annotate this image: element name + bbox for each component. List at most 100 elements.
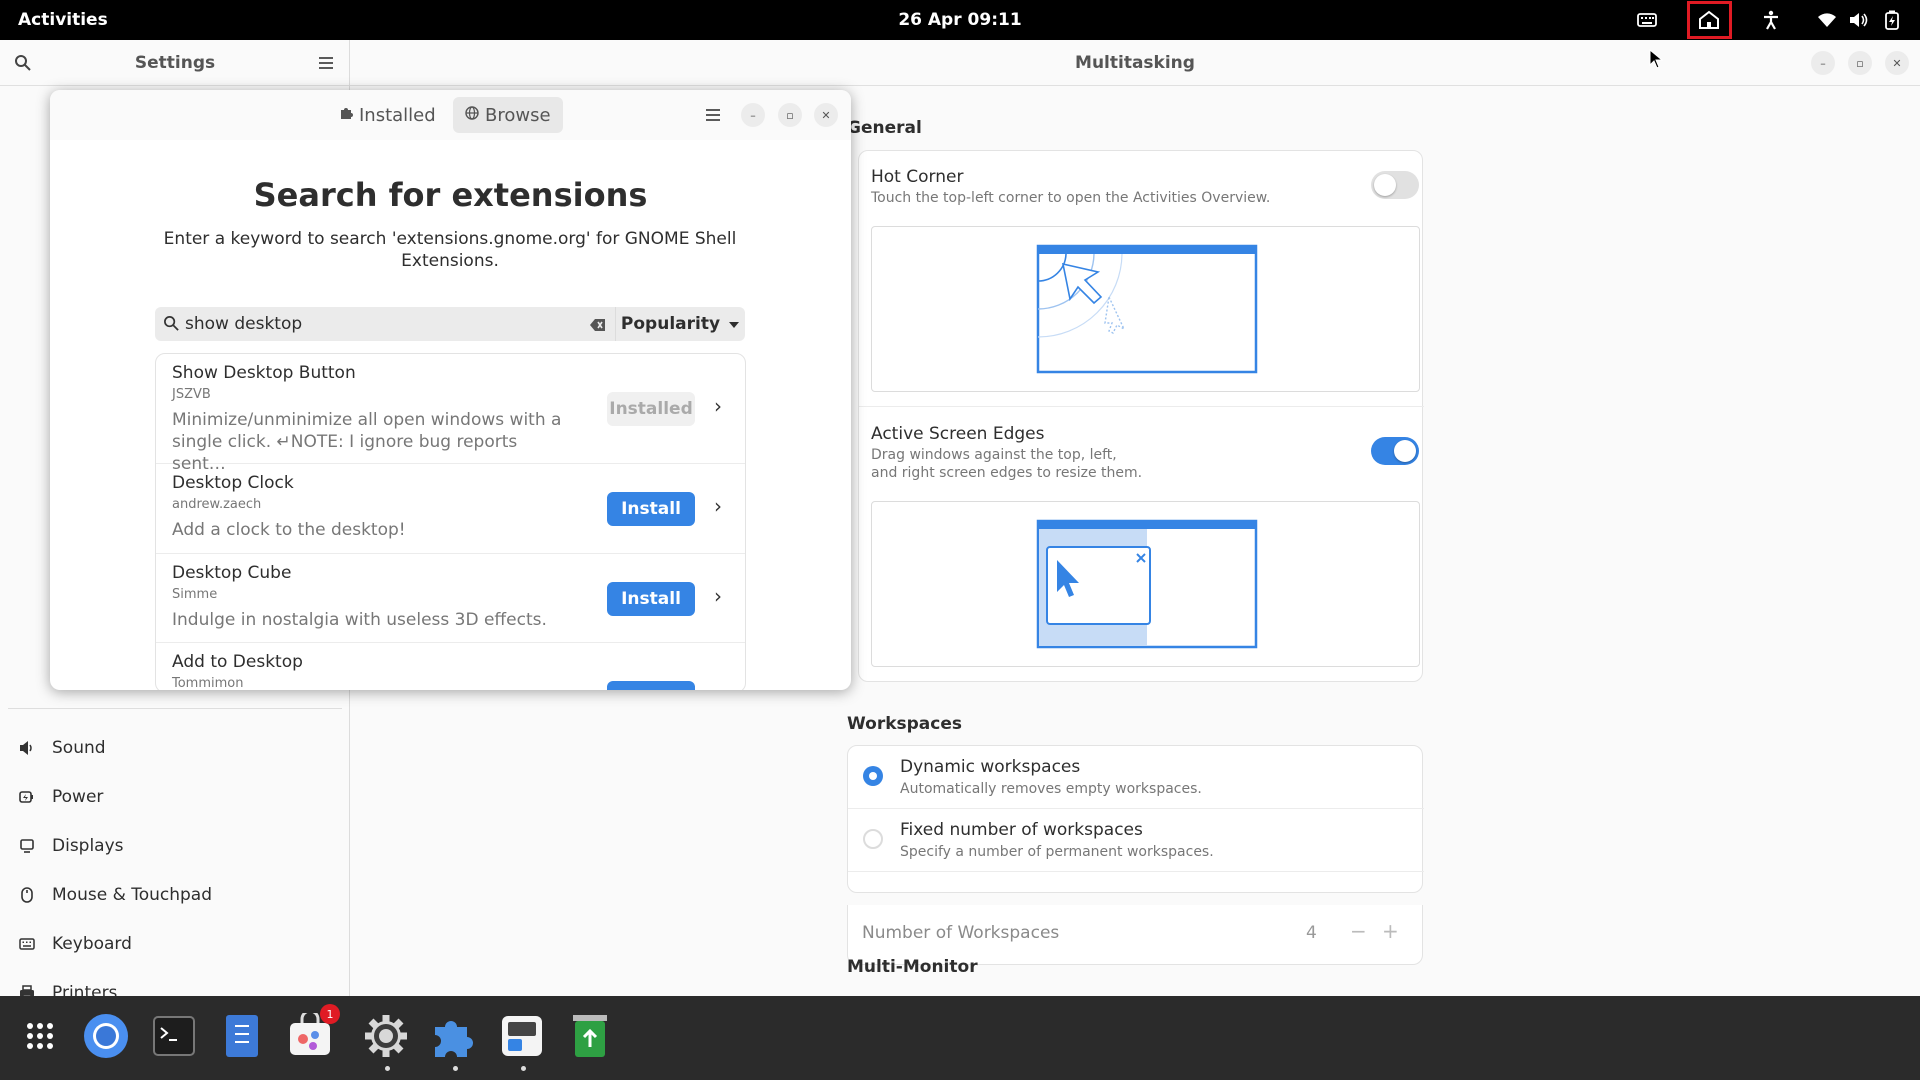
hot-corner-title: Hot Corner	[871, 167, 964, 187]
sidebar-item-label: Sound	[52, 738, 106, 758]
minimize-button[interactable]: –	[1811, 51, 1835, 75]
extension-description: Add a clock to the desktop!	[172, 520, 406, 540]
extension-description: Indulge in nostalgia with useless 3D eff…	[172, 610, 547, 630]
dynamic-workspaces-subtitle: Automatically removes empty workspaces.	[900, 781, 1202, 797]
active-edges-toggle[interactable]	[1371, 437, 1419, 465]
fixed-workspaces-subtitle: Specify a number of permanent workspaces…	[900, 844, 1214, 860]
power-icon	[16, 786, 38, 808]
active-edges-title: Active Screen Edges	[871, 424, 1045, 444]
extension-name: Show Desktop Button	[172, 363, 356, 383]
displays-icon	[16, 835, 38, 857]
hot-corner-subtitle: Touch the top-left corner to open the Ac…	[871, 190, 1271, 206]
extension-author: Simme	[172, 587, 218, 602]
chromium-icon[interactable]	[80, 1010, 132, 1062]
workspaces-section-title: Workspaces	[847, 714, 962, 734]
hot-corner-preview	[871, 226, 1420, 392]
extension-manager-window: Installed Browse – ▫ ✕ Search for extens…	[50, 90, 851, 690]
sidebar-header: Settings	[0, 40, 349, 86]
clear-search-icon[interactable]	[590, 317, 606, 336]
search-field[interactable]	[155, 307, 615, 341]
search-icon	[163, 315, 180, 336]
active-edges-preview	[871, 501, 1420, 667]
sort-label: Popularity	[620, 314, 721, 334]
list-item[interactable]: Desktop Cube Simme Indulge in nostalgia …	[156, 554, 745, 643]
decrement-button[interactable]: −	[1350, 919, 1367, 943]
extension-manager-header: Installed Browse – ▫ ✕	[50, 90, 851, 140]
install-button[interactable]: Install	[607, 582, 695, 616]
notification-badge: 1	[320, 1004, 340, 1024]
sidebar-item-sound[interactable]: Sound	[10, 728, 340, 768]
tab-label: Browse	[485, 104, 551, 126]
keyboard-icon[interactable]	[1635, 8, 1659, 32]
settings-icon[interactable]	[360, 1010, 412, 1062]
software-icon[interactable]: 1	[284, 1004, 340, 1062]
fixed-workspaces-radio[interactable]	[863, 829, 883, 849]
chevron-right-icon[interactable]: ›	[714, 394, 722, 418]
hot-corner-toggle[interactable]	[1371, 171, 1419, 199]
installed-button: Installed	[607, 392, 695, 426]
search-input[interactable]	[185, 312, 565, 336]
accessibility-icon[interactable]	[1759, 8, 1783, 32]
running-indicator	[385, 1066, 390, 1071]
sound-icon	[16, 737, 38, 759]
fixed-workspaces-title: Fixed number of workspaces	[900, 820, 1143, 840]
number-of-workspaces-label: Number of Workspaces	[862, 923, 1060, 943]
tab-label: Installed	[359, 104, 436, 126]
results-list: Show Desktop Button JSZVB Minimize/unmin…	[155, 353, 746, 690]
list-item[interactable]: Show Desktop Button JSZVB Minimize/unmin…	[156, 354, 745, 474]
text-editor-icon[interactable]	[216, 1010, 268, 1062]
card-divider	[848, 808, 1424, 809]
keyboard-icon	[16, 933, 38, 955]
list-item[interactable]: Desktop Clock andrew.zaech Add a clock t…	[156, 464, 745, 554]
running-indicator	[453, 1066, 458, 1071]
sidebar-item-mouse-touchpad[interactable]: Mouse & Touchpad	[10, 875, 340, 915]
running-indicator	[521, 1066, 526, 1071]
extension-author: Tommimon	[172, 676, 244, 690]
sidebar-item-displays[interactable]: Displays	[10, 826, 340, 866]
maximize-button[interactable]: ▫	[778, 103, 802, 127]
general-card: Hot Corner Touch the top-left corner to …	[858, 150, 1424, 682]
page-title: Multitasking	[1075, 53, 1195, 73]
mouse-pointer	[1649, 48, 1664, 73]
extension-manager-icon[interactable]	[428, 1010, 480, 1062]
tab-browse[interactable]: Browse	[453, 97, 563, 133]
terminal-icon[interactable]	[148, 1010, 200, 1062]
maximize-button[interactable]: ▫	[1848, 51, 1872, 75]
sort-dropdown[interactable]: Popularity	[615, 307, 745, 341]
chevron-right-icon[interactable]: ›	[714, 584, 722, 608]
sidebar-item-keyboard[interactable]: Keyboard	[10, 924, 340, 964]
clock[interactable]: 26 Apr 09:11	[0, 10, 1920, 30]
search-heading: Search for extensions	[253, 176, 648, 214]
dynamic-workspaces-radio[interactable]	[863, 766, 883, 786]
active-edges-subtitle-1: Drag windows against the top, left,	[871, 447, 1117, 463]
installer-icon[interactable]	[496, 1010, 548, 1062]
close-button[interactable]: ✕	[1885, 51, 1909, 75]
sidebar-item-power[interactable]: Power	[10, 777, 340, 817]
puzzle-icon	[339, 106, 353, 124]
hamburger-menu-icon[interactable]	[705, 107, 721, 126]
chevron-right-icon[interactable]: ›	[714, 494, 722, 518]
extension-author: andrew.zaech	[172, 497, 262, 512]
install-button[interactable]: Install	[607, 492, 695, 526]
extension-name: Add to Desktop	[172, 652, 303, 672]
wifi-icon[interactable]	[1815, 8, 1839, 32]
increment-button[interactable]: +	[1382, 919, 1399, 943]
install-button[interactable]: Install	[607, 681, 695, 690]
active-edges-subtitle-2: and right screen edges to resize them.	[871, 465, 1143, 481]
battery-icon[interactable]	[1880, 8, 1904, 32]
number-of-workspaces-value: 4	[1306, 923, 1317, 943]
list-item[interactable]: Add to Desktop Tommimon Install	[156, 643, 745, 690]
number-of-workspaces-row: Number of Workspaces 4 − +	[847, 905, 1423, 965]
tab-installed[interactable]: Installed	[327, 97, 448, 133]
workspaces-card: Dynamic workspaces Automatically removes…	[847, 745, 1424, 893]
volume-icon[interactable]	[1847, 8, 1871, 32]
globe-icon	[465, 106, 479, 124]
close-button[interactable]: ✕	[814, 103, 838, 127]
activities-button[interactable]: Activities	[18, 10, 108, 30]
hamburger-menu-icon[interactable]	[315, 52, 337, 74]
app-grid-icon[interactable]	[14, 1010, 66, 1062]
chevron-down-icon	[728, 314, 740, 334]
trash-icon[interactable]	[564, 1010, 616, 1062]
minimize-button[interactable]: –	[741, 103, 765, 127]
sidebar-item-label: Displays	[52, 836, 124, 856]
